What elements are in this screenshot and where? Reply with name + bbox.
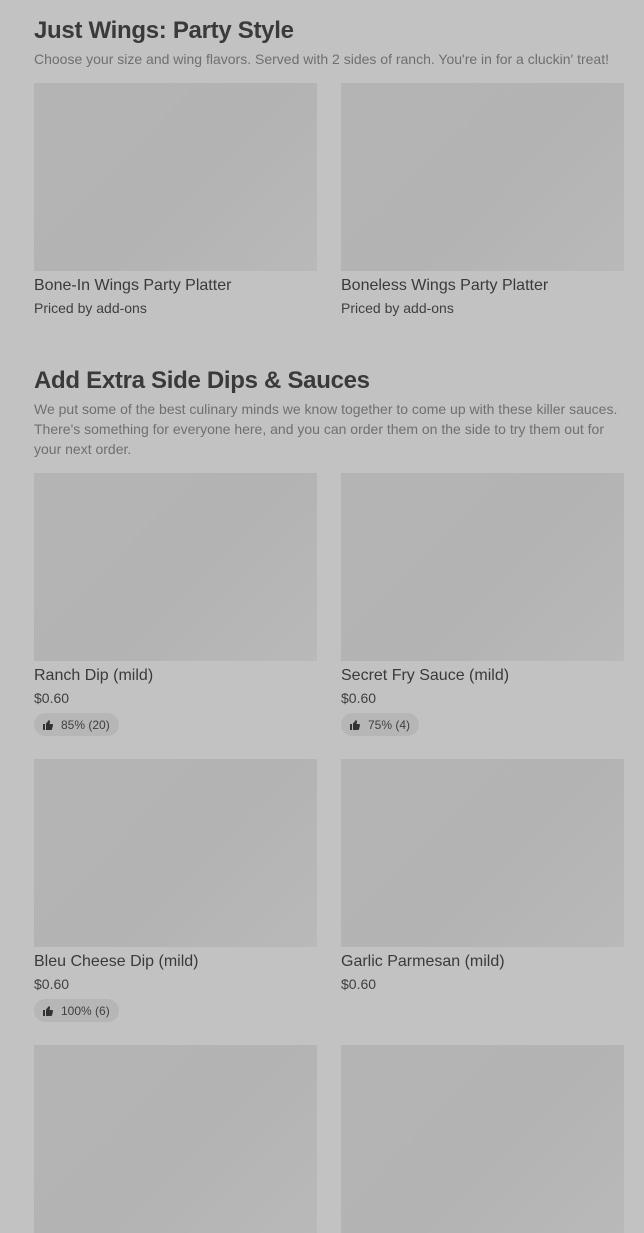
menu-item-ranch-dip[interactable]: Ranch Dip (mild) $0.60 85% (20): [34, 473, 317, 736]
thumbs-up-icon: [43, 719, 54, 730]
item-price: $0.60: [341, 690, 377, 706]
menu-item-partial[interactable]: [341, 1045, 624, 1233]
menu-item-bleu-cheese-dip[interactable]: Bleu Cheese Dip (mild) $0.60 100% (6): [34, 759, 317, 1022]
section-add-extra-side-dips-sauces: Add Extra Side Dips & Sauces We put some…: [34, 366, 624, 459]
item-image[interactable]: [341, 759, 624, 947]
item-image[interactable]: [34, 759, 317, 947]
item-name: Garlic Parmesan (mild): [341, 953, 505, 970]
item-price: Priced by add-ons: [34, 300, 147, 316]
item-name: Bleu Cheese Dip (mild): [34, 953, 199, 970]
item-image[interactable]: [341, 473, 624, 661]
thumbs-up-icon: [43, 1005, 54, 1016]
section-just-wings-party-style: Just Wings: Party Style Choose your size…: [34, 16, 624, 69]
menu-item-bone-in-wings-party-platter[interactable]: Bone-In Wings Party Platter Priced by ad…: [34, 83, 317, 317]
item-name: Ranch Dip (mild): [34, 667, 154, 684]
item-image[interactable]: [34, 83, 317, 271]
thumbs-up-icon: [350, 719, 361, 730]
item-image[interactable]: [34, 1045, 317, 1233]
item-name: Boneless Wings Party Platter: [341, 277, 549, 294]
menu-item-partial[interactable]: [34, 1045, 317, 1233]
rating-badge: 85% (20): [34, 713, 119, 736]
item-image[interactable]: [341, 83, 624, 271]
section-title: Add Extra Side Dips & Sauces: [34, 367, 370, 394]
item-price: $0.60: [341, 976, 377, 992]
menu-item-secret-fry-sauce[interactable]: Secret Fry Sauce (mild) $0.60 75% (4): [341, 473, 624, 736]
rating-text: 85% (20): [61, 717, 110, 732]
rating-text: 75% (4): [368, 717, 411, 732]
item-price: $0.60: [34, 690, 70, 706]
rating-badge: 75% (4): [341, 713, 420, 736]
menu-item-garlic-parmesan[interactable]: Garlic Parmesan (mild) $0.60: [341, 759, 624, 993]
rating-text: 100% (6): [61, 1003, 110, 1018]
section-title: Just Wings: Party Style: [34, 17, 294, 44]
item-price: $0.60: [34, 976, 70, 992]
menu-item-boneless-wings-party-platter[interactable]: Boneless Wings Party Platter Priced by a…: [341, 83, 624, 317]
rating-badge: 100% (6): [34, 999, 119, 1022]
item-name: Secret Fry Sauce (mild): [341, 667, 510, 684]
item-name: Bone-In Wings Party Platter: [34, 277, 232, 294]
item-image[interactable]: [34, 473, 317, 661]
section-description: We put some of the best culinary minds w…: [34, 401, 618, 457]
item-image[interactable]: [341, 1045, 624, 1233]
item-price: Priced by add-ons: [341, 300, 454, 316]
section-description: Choose your size and wing flavors. Serve…: [34, 51, 609, 67]
